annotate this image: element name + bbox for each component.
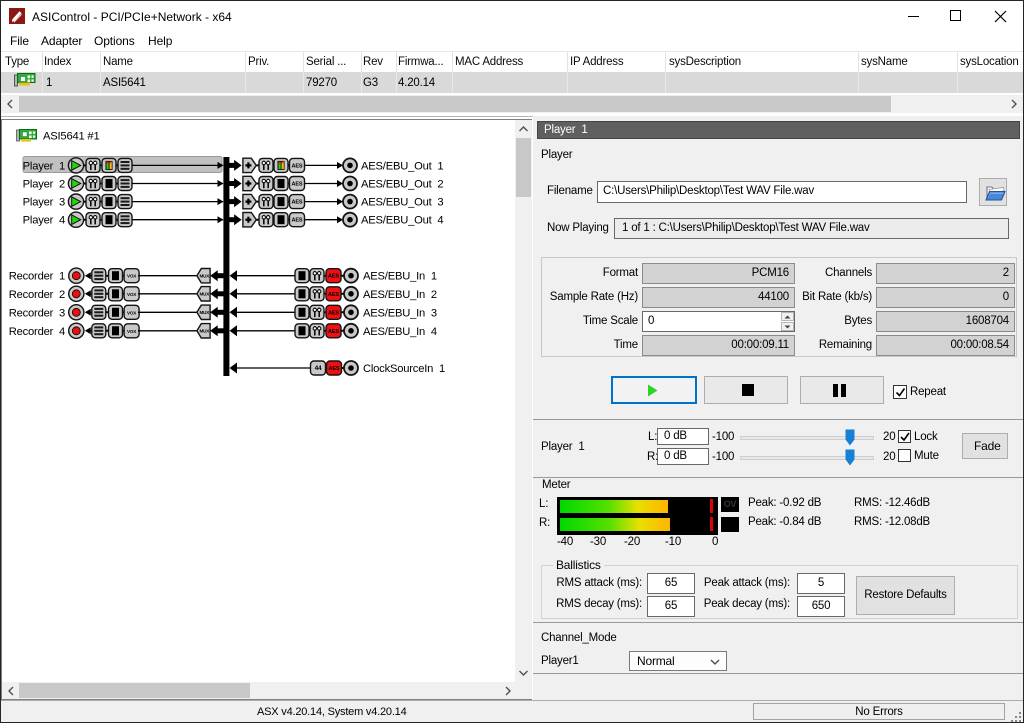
svg-text:VOX: VOX <box>127 292 137 297</box>
svg-text:MUX: MUX <box>199 274 210 279</box>
svg-text:AES: AES <box>292 218 303 224</box>
svg-text:AES: AES <box>328 274 339 280</box>
svg-text:AES/EBU_In 4: AES/EBU_In 4 <box>363 326 437 338</box>
svg-text:VOX: VOX <box>127 274 137 279</box>
svg-text:MUX: MUX <box>199 292 210 297</box>
svg-text:AES/EBU_In 1: AES/EBU_In 1 <box>363 271 437 283</box>
svg-text:Recorder 1: Recorder 1 <box>9 271 65 283</box>
svg-text:AES: AES <box>292 182 303 188</box>
svg-text:ASI5641 #1: ASI5641 #1 <box>43 131 99 143</box>
svg-text:MUX: MUX <box>199 310 210 315</box>
svg-text:AES/EBU_In 3: AES/EBU_In 3 <box>363 307 437 319</box>
svg-text:VOX: VOX <box>127 310 137 315</box>
svg-text:AES/EBU_Out 1: AES/EBU_Out 1 <box>361 160 443 172</box>
svg-text:AES: AES <box>328 329 339 335</box>
svg-text:Player 4: Player 4 <box>23 215 65 227</box>
svg-text:AES: AES <box>292 163 303 169</box>
svg-text:Player 1: Player 1 <box>23 160 65 172</box>
svg-text:VOX: VOX <box>127 329 137 334</box>
svg-text:Recorder 2: Recorder 2 <box>9 289 65 301</box>
svg-text:AES: AES <box>329 366 340 372</box>
svg-text:44: 44 <box>315 365 322 372</box>
svg-text:Player 3: Player 3 <box>23 197 65 209</box>
svg-text:Recorder 4: Recorder 4 <box>9 326 65 338</box>
svg-text:AES: AES <box>292 200 303 206</box>
svg-text:AES/EBU_Out 3: AES/EBU_Out 3 <box>361 197 443 209</box>
svg-text:AES: AES <box>328 292 339 298</box>
svg-text:MUX: MUX <box>199 329 210 334</box>
svg-text:Recorder 3: Recorder 3 <box>9 307 65 319</box>
svg-text:AES: AES <box>328 310 339 316</box>
svg-text:AES/EBU_Out 4: AES/EBU_Out 4 <box>361 215 443 227</box>
svg-text:Player 2: Player 2 <box>23 179 65 191</box>
svg-text:ClockSourceIn 1: ClockSourceIn 1 <box>363 363 445 375</box>
svg-text:AES/EBU_Out 2: AES/EBU_Out 2 <box>361 179 443 191</box>
svg-text:AES/EBU_In 2: AES/EBU_In 2 <box>363 289 437 301</box>
